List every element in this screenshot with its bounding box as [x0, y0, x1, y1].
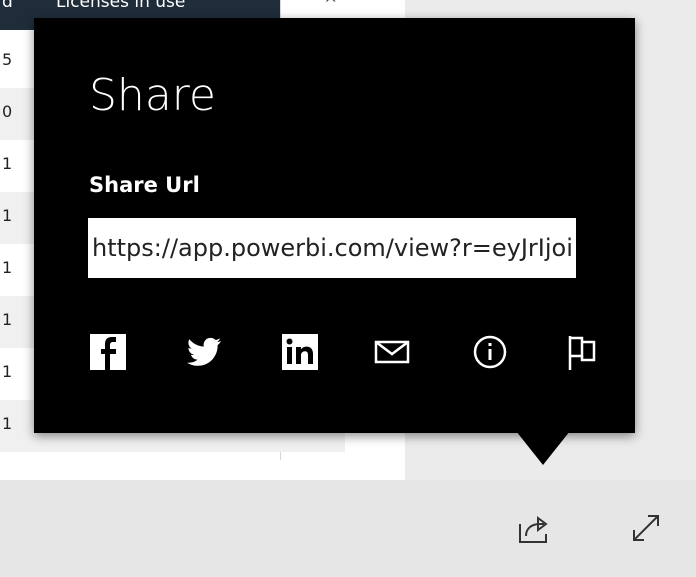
email-icon: [374, 340, 410, 364]
report-flag-button[interactable]: [562, 332, 602, 372]
linkedin-button[interactable]: [280, 332, 320, 372]
flag-icon: [568, 336, 596, 370]
cell-value: 1: [2, 258, 13, 277]
twitter-button[interactable]: [184, 332, 224, 372]
linkedin-icon: [282, 334, 318, 370]
cell-value: 1: [2, 310, 13, 329]
cell-value: 1: [2, 154, 13, 173]
sort-caret-icon[interactable]: ^: [324, 0, 337, 13]
cell-value: 1: [2, 206, 13, 225]
cell-value: 1: [2, 362, 13, 381]
share-flyout: Share Share Url: [34, 18, 635, 433]
flyout-title: Share: [89, 70, 216, 121]
share-icon: [519, 516, 548, 543]
share-url-input[interactable]: [88, 218, 576, 278]
column-header[interactable]: d: [2, 0, 13, 12]
column-header-licenses[interactable]: Licenses in use: [56, 0, 185, 12]
facebook-button[interactable]: [88, 332, 128, 372]
expand-icon: [633, 515, 659, 541]
cell-value: 1: [2, 414, 13, 433]
share-button[interactable]: [516, 510, 552, 546]
twitter-icon: [187, 337, 221, 366]
bottom-toolbar: [0, 480, 696, 577]
flyout-pointer: [516, 431, 570, 465]
info-button[interactable]: [470, 332, 510, 372]
expand-button[interactable]: [628, 510, 664, 546]
cell-value: 0: [2, 102, 13, 121]
info-icon: [473, 335, 507, 369]
facebook-icon: [90, 334, 126, 370]
share-url-label: Share Url: [89, 173, 200, 197]
email-button[interactable]: [372, 332, 412, 372]
cell-value: 5: [2, 50, 13, 69]
